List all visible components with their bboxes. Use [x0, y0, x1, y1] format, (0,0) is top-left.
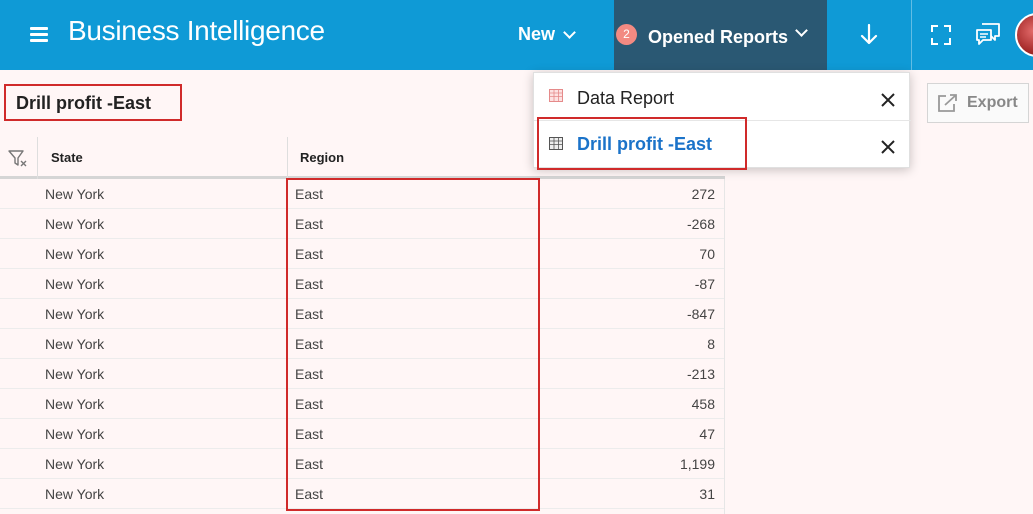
cell-value: -213	[686, 366, 715, 382]
download-button[interactable]	[827, 0, 911, 70]
cell-value: 70	[699, 246, 715, 262]
cell-value: 31	[699, 486, 715, 502]
report-grid-icon	[549, 89, 563, 102]
close-icon[interactable]	[879, 91, 897, 109]
arrow-down-icon	[860, 24, 878, 45]
app-title: Business Intelligence	[68, 15, 325, 46]
new-menu-button[interactable]: New	[518, 24, 576, 45]
cell-state: New York	[45, 396, 105, 412]
cell-state: New York	[45, 276, 105, 292]
opened-reports-dropdown: Data Report Drill profit -East	[533, 72, 911, 169]
cell-region: East	[295, 336, 324, 352]
table-row[interactable]: New York East 458	[0, 389, 725, 419]
cell-region: East	[295, 216, 324, 232]
table-row[interactable]: New York East 70	[0, 239, 725, 269]
cell-value: -268	[686, 216, 715, 232]
hamburger-menu-icon[interactable]	[30, 27, 48, 42]
cell-region: East	[295, 426, 324, 442]
cell-region: East	[295, 306, 324, 322]
report-table: State Region New York East 272 New York Eas…	[0, 137, 725, 509]
cell-value: -847	[686, 306, 715, 322]
chat-icon[interactable]	[975, 22, 1001, 46]
table-row[interactable]: New York East 272	[0, 179, 725, 209]
cell-region: East	[295, 486, 324, 502]
close-icon[interactable]	[879, 138, 897, 156]
column-divider	[37, 137, 38, 179]
opened-reports-count-badge: 2	[616, 24, 637, 45]
table-row[interactable]: New York East 47	[0, 419, 725, 449]
cell-state: New York	[45, 366, 105, 382]
opened-reports-button[interactable]: 2 Opened Reports	[614, 0, 827, 70]
cell-value: -87	[694, 276, 715, 292]
report-title: Drill profit -East	[4, 84, 182, 121]
export-button[interactable]: Export	[927, 83, 1029, 123]
dropdown-item-data-report[interactable]: Data Report	[534, 73, 911, 121]
table-row[interactable]: New York East 1,199	[0, 449, 725, 479]
cell-value: 1,199	[679, 456, 715, 472]
cell-region: East	[295, 396, 324, 412]
chevron-down-icon	[795, 24, 808, 37]
cell-state: New York	[45, 336, 105, 352]
cell-state: New York	[45, 306, 105, 322]
cell-region: East	[295, 246, 324, 262]
table-row[interactable]: New York East 31	[0, 479, 725, 509]
table-row[interactable]: New York East -87	[0, 269, 725, 299]
dropdown-item-label: Data Report	[577, 88, 675, 108]
opened-reports-label: Opened Reports	[648, 27, 789, 47]
cell-value: 458	[691, 396, 715, 412]
report-grid-icon	[549, 137, 563, 150]
export-label: Export	[967, 94, 1018, 111]
fullscreen-icon[interactable]	[930, 24, 952, 46]
cell-state: New York	[45, 216, 105, 232]
dropdown-item-label: Drill profit -East	[577, 134, 713, 154]
dropdown-item-drill-profit-east[interactable]: Drill profit -East	[534, 121, 911, 169]
cell-value: 47	[699, 426, 715, 442]
table-body: New York East 272 New York East -268 New Yor…	[0, 179, 725, 509]
cell-state: New York	[45, 456, 105, 472]
avatar[interactable]	[1015, 13, 1033, 57]
cell-value: 8	[707, 336, 715, 352]
column-header-region[interactable]: Region	[300, 137, 344, 179]
table-row[interactable]: New York East -213	[0, 359, 725, 389]
header-divider	[911, 0, 912, 70]
cell-region: East	[295, 186, 324, 202]
table-right-border	[724, 179, 725, 514]
cell-value: 272	[691, 186, 715, 202]
top-bar: Business Intelligence New 2 Opened Repor…	[0, 0, 1033, 70]
cell-region: East	[295, 276, 324, 292]
cell-state: New York	[45, 426, 105, 442]
chevron-down-icon	[563, 25, 576, 39]
column-header-state[interactable]: State	[51, 137, 83, 179]
table-row[interactable]: New York East -847	[0, 299, 725, 329]
export-icon	[938, 94, 957, 112]
column-divider	[287, 137, 288, 179]
new-menu-label: New	[518, 24, 556, 44]
cell-state: New York	[45, 186, 105, 202]
filter-icon[interactable]	[7, 148, 29, 168]
cell-state: New York	[45, 246, 105, 262]
table-row[interactable]: New York East -268	[0, 209, 725, 239]
cell-state: New York	[45, 486, 105, 502]
cell-region: East	[295, 456, 324, 472]
cell-region: East	[295, 366, 324, 382]
table-row[interactable]: New York East 8	[0, 329, 725, 359]
